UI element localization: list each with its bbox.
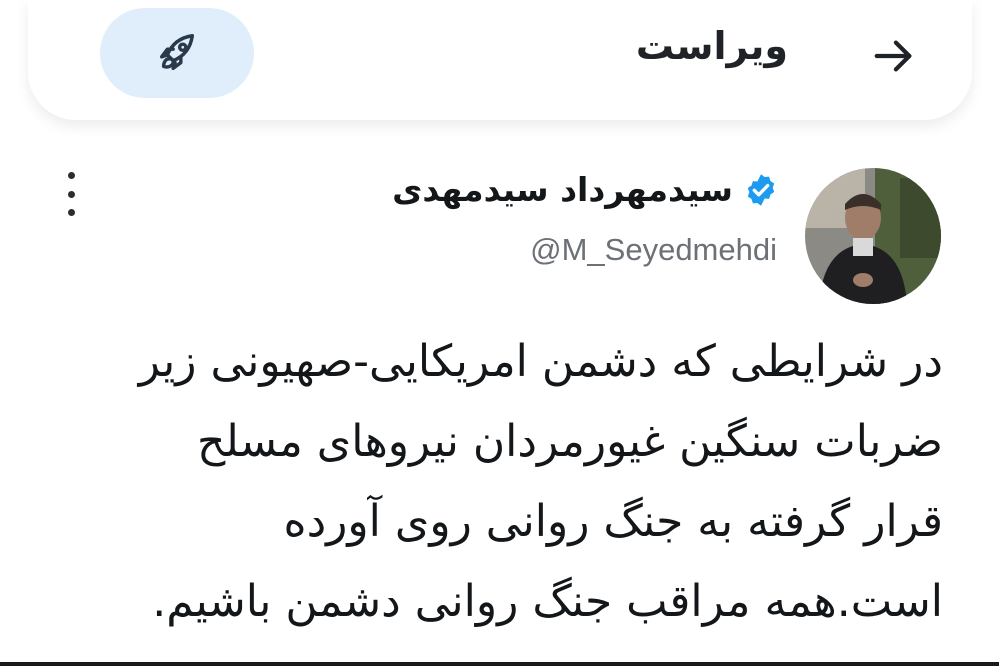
avatar[interactable] (805, 168, 941, 304)
rocket-icon (159, 34, 195, 71)
arrow-right-icon (874, 40, 912, 72)
author-name[interactable]: سیدمهرداد سیدمهدی (392, 170, 733, 209)
app-frame: ویراست سیدمهرداد سیدمهدی @M_Seyedmehdi د… (0, 0, 999, 666)
more-vertical-icon-dot (67, 172, 75, 179)
more-vertical-icon-dot (67, 190, 75, 198)
top-bar: ویراست (28, 0, 972, 120)
page-title: ویراست (635, 24, 788, 68)
tweet-text: در شرایطی که دشمن امریکایی-صهیونی زیر ضر… (138, 336, 943, 627)
more-options-button[interactable] (56, 172, 86, 216)
bottom-divider (0, 662, 999, 666)
author-handle[interactable]: @M_Seyedmehdi (530, 232, 777, 268)
back-button[interactable] (864, 26, 924, 86)
boost-button[interactable] (100, 8, 254, 98)
avatar-photo (805, 168, 941, 304)
more-vertical-icon-dot (67, 209, 75, 216)
author-row: سیدمهرداد سیدمهدی (392, 170, 779, 209)
verified-badge-icon (747, 173, 775, 206)
